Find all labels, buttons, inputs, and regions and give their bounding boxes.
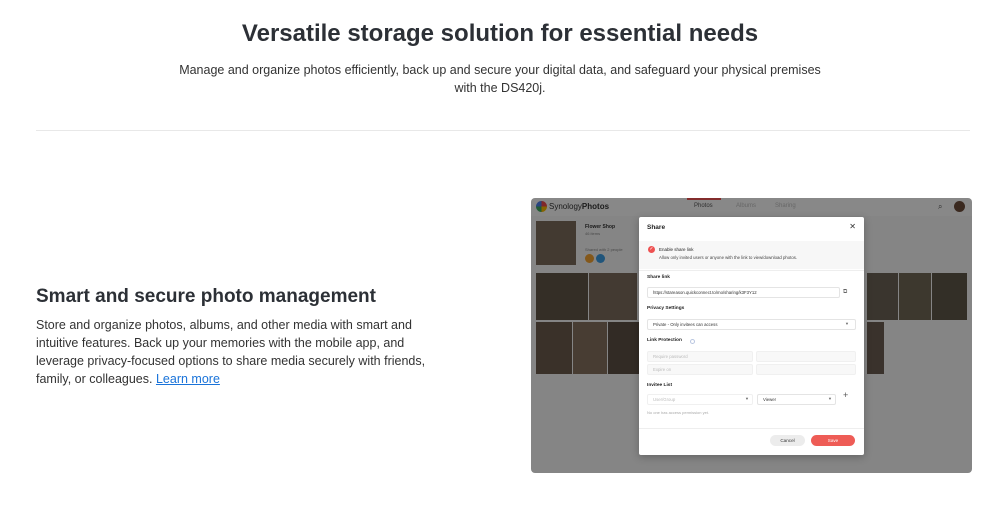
hero-subtitle: Manage and organize photos efficiently, …	[179, 63, 821, 95]
divider	[639, 270, 864, 271]
dialog-title: Share	[647, 224, 666, 231]
chevron-down-icon: ▼	[745, 396, 749, 401]
enable-share-description: Allow only invited users or anyone with …	[659, 255, 798, 260]
privacy-settings-label: Privacy Settings	[647, 306, 685, 311]
link-protection-label: Link Protection	[647, 338, 682, 343]
require-password-checkbox[interactable]: Require password	[647, 351, 753, 362]
hero-title: Versatile storage solution for essential…	[241, 20, 759, 47]
share-dialog: Share ✕ ✓ Enable share link Allow only i…	[639, 217, 864, 455]
close-icon[interactable]: ✕	[849, 222, 856, 231]
privacy-select[interactable]: Private - Only invitees can access	[647, 319, 856, 330]
share-link-field[interactable]: https://stareason.quickconnect.to/mo/sha…	[647, 287, 840, 298]
chevron-down-icon: ▼	[828, 396, 832, 401]
cancel-button[interactable]: Cancel	[770, 435, 805, 446]
share-link-label: Share link	[647, 275, 670, 280]
chevron-down-icon: ▼	[845, 321, 849, 326]
check-icon[interactable]: ✓	[648, 246, 655, 253]
learn-more-link[interactable]: Learn more	[156, 372, 220, 386]
add-invitee-icon[interactable]: +	[843, 390, 848, 400]
info-icon[interactable]	[690, 339, 695, 344]
enable-share-label: Enable share link	[659, 247, 694, 252]
no-access-text: No one has access permission yet.	[647, 410, 710, 415]
copy-icon[interactable]: ⧉	[843, 289, 847, 296]
app-screenshot: SynologyPhotos Photos Albums Sharing ⌕ F…	[531, 198, 972, 473]
invitee-input[interactable]: User/Group	[647, 394, 753, 405]
section-divider	[36, 130, 970, 131]
divider	[639, 428, 864, 429]
password-field[interactable]	[756, 351, 856, 362]
expire-on-checkbox[interactable]: Expire on	[647, 364, 753, 375]
feature-body: Store and organize photos, albums, and o…	[36, 316, 436, 388]
feature-body-text: Store and organize photos, albums, and o…	[36, 318, 426, 386]
role-select[interactable]: Viewer	[757, 394, 836, 405]
feature-title: Smart and secure photo management	[36, 286, 376, 307]
invitee-list-label: Invitee List	[647, 383, 673, 388]
save-button[interactable]: Save	[811, 435, 855, 446]
expire-date-field[interactable]	[756, 364, 856, 375]
